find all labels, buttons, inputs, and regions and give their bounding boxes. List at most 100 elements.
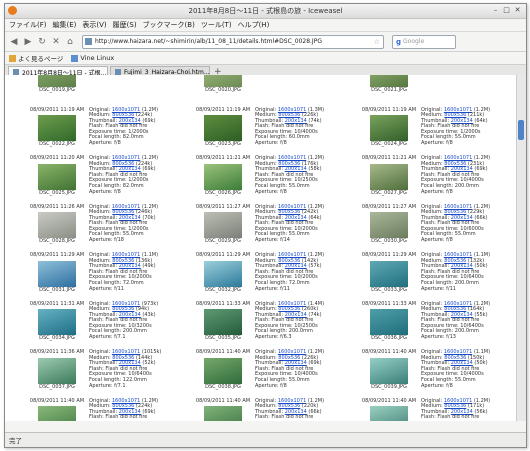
photo-thumbnail[interactable] bbox=[204, 309, 242, 336]
photo-grid: DSC_0019.JPGFocal length: 55.0mmAperture… bbox=[5, 75, 516, 421]
menu-edit[interactable]: 編集(E) bbox=[53, 20, 77, 30]
photo-thumbnail[interactable] bbox=[38, 163, 76, 190]
photo-left-column: 08/09/2011 11:20 AM DSC_0025.JPG bbox=[27, 155, 87, 196]
photo-info-line: Aperture: f/11 bbox=[255, 285, 337, 293]
bookmark-vine-linux[interactable]: Vine Linux bbox=[71, 54, 114, 62]
page-content: DSC_0019.JPGFocal length: 55.0mmAperture… bbox=[5, 75, 516, 421]
photo-thumbnail[interactable] bbox=[370, 75, 408, 87]
photo-info: Original: 1600x1071 (1015k) Medium: 800x5… bbox=[89, 349, 171, 389]
photo-row: 08/09/2011 11:36 AM DSC_0037.JPG Original:… bbox=[5, 348, 516, 397]
photo-date: 08/09/2011 11:26 AM bbox=[29, 203, 85, 210]
photo-entry: DSC_0019.JPGFocal length: 55.0mmAperture… bbox=[5, 75, 171, 106]
home-icon[interactable]: ⌂ bbox=[64, 36, 76, 48]
photo-info: Original: 1600x1071 (973k) Medium: 800x53… bbox=[89, 301, 171, 341]
photo-left-column: DSC_0020.JPG bbox=[193, 75, 253, 94]
photo-thumbnail[interactable] bbox=[204, 406, 242, 421]
photo-filename: DSC_0019.JPG bbox=[39, 87, 75, 93]
vertical-scrollbar[interactable] bbox=[516, 75, 526, 421]
minimize-icon[interactable]: – bbox=[491, 6, 500, 15]
bookmark-most-visited[interactable]: よく見るページ bbox=[9, 53, 63, 63]
menu-history[interactable]: 履歴(S) bbox=[113, 20, 137, 30]
photo-thumbnail[interactable] bbox=[370, 357, 408, 384]
photo-info: Original: 1600x1071 (1.2M) Medium: 800x53… bbox=[89, 107, 171, 147]
photo-date: 08/09/2011 11:33 AM bbox=[195, 300, 251, 307]
status-text: 完了 bbox=[9, 437, 22, 445]
address-bar[interactable]: http://www.haizara.net/~shimirin/alb/11_… bbox=[82, 34, 384, 49]
photo-thumbnail[interactable] bbox=[370, 260, 408, 287]
info-text: Aperture: f/11 bbox=[255, 285, 290, 292]
photo-thumbnail[interactable] bbox=[38, 357, 76, 384]
photo-thumbnail[interactable] bbox=[204, 260, 242, 287]
photo-left-column: 08/09/2011 11:29 AM DSC_0032.JPG bbox=[193, 252, 253, 293]
photo-entry: 08/09/2011 11:29 AM DSC_0031.JPG Original:… bbox=[5, 251, 171, 300]
photo-entry: 08/09/2011 11:19 AM DSC_0024.JPG Original:… bbox=[337, 106, 503, 155]
forward-arrow-icon[interactable]: ▶ bbox=[22, 36, 34, 48]
menu-bookmarks[interactable]: ブックマーク(B) bbox=[143, 20, 195, 30]
photo-thumbnail[interactable] bbox=[370, 115, 408, 142]
photo-date: 08/09/2011 11:29 AM bbox=[361, 252, 417, 258]
photo-row: DSC_0019.JPGFocal length: 55.0mmAperture… bbox=[5, 75, 516, 106]
info-text: Aperture: f/7.1 bbox=[89, 382, 126, 389]
photo-date: 08/09/2011 11:36 AM bbox=[29, 349, 85, 355]
info-text: Flash: Flash did not fire bbox=[421, 414, 480, 421]
photo-thumbnail[interactable] bbox=[38, 75, 76, 87]
photo-thumbnail[interactable] bbox=[204, 357, 242, 384]
photo-info-line: Aperture: f/11 bbox=[421, 286, 503, 293]
photo-info: Original: 1600x1071 (1.2M) Medium: 800x53… bbox=[89, 155, 171, 196]
photo-left-column: 08/09/2011 11:36 AM DSC_0037.JPG bbox=[27, 349, 87, 390]
photo-info-line: Aperture: f/8 bbox=[89, 189, 171, 196]
info-text: Aperture: f/8 bbox=[255, 140, 287, 147]
photo-entry: 08/09/2011 11:19 AM DSC_0023.JPG Original:… bbox=[171, 106, 337, 155]
menu-view[interactable]: 表示(V) bbox=[82, 20, 106, 30]
photo-thumbnail[interactable] bbox=[38, 260, 76, 287]
menu-file[interactable]: ファイル(F) bbox=[9, 20, 47, 30]
photo-left-column: 08/09/2011 11:27 AM DSC_0029.JPG bbox=[193, 204, 253, 245]
photo-left-column: 08/09/2011 11:31 AM DSC_0034.JPG bbox=[27, 301, 87, 342]
photo-thumbnail[interactable] bbox=[204, 163, 242, 190]
search-box[interactable]: g Google bbox=[392, 34, 456, 49]
photo-entry: 08/09/2011 11:31 AM DSC_0034.JPG Original:… bbox=[5, 300, 171, 349]
photo-filename: DSC_0038.JPG bbox=[205, 383, 241, 390]
photo-thumbnail[interactable] bbox=[38, 212, 76, 239]
title-bar: 2011年8月8日〜11日 - 式根島の旅 - Iceweasel – □ ✕ bbox=[5, 4, 526, 19]
photo-info-line: Flash: Flash did not fire bbox=[421, 414, 503, 421]
bookmark-star-icon[interactable]: ☆ bbox=[374, 38, 380, 46]
photo-info-line: Aperture: f/8 bbox=[255, 140, 337, 147]
menu-tools[interactable]: ツール(T) bbox=[201, 20, 232, 30]
vine-logo-icon bbox=[71, 54, 79, 62]
photo-info-line: Aperture: f/11 bbox=[89, 286, 171, 293]
photo-date: 08/09/2011 11:20 AM bbox=[29, 155, 85, 161]
photo-thumbnail[interactable] bbox=[370, 309, 408, 336]
photo-thumbnail[interactable] bbox=[38, 115, 76, 142]
maximize-icon[interactable]: □ bbox=[502, 6, 511, 15]
photo-row: 08/09/2011 11:20 AM DSC_0025.JPG Original:… bbox=[5, 154, 516, 203]
photo-left-column: 08/09/2011 11:21 AM DSC_0026.JPG bbox=[193, 155, 253, 196]
photo-entry: 08/09/2011 11:27 AM DSC_0030.JPG Original:… bbox=[337, 203, 503, 252]
photo-date: 08/09/2011 11:29 AM bbox=[195, 252, 251, 258]
back-arrow-icon[interactable]: ◀ bbox=[8, 36, 20, 48]
photo-entry: 08/09/2011 11:33 AM DSC_0036.JPG Original:… bbox=[337, 300, 503, 349]
menu-help[interactable]: ヘルプ(H) bbox=[238, 20, 270, 30]
stop-icon[interactable]: ✕ bbox=[50, 36, 62, 48]
photo-thumbnail[interactable] bbox=[204, 75, 242, 87]
info-text: Aperture: f/8 bbox=[255, 188, 287, 195]
reload-icon[interactable]: ↻ bbox=[36, 36, 48, 48]
photo-thumbnail[interactable] bbox=[204, 115, 242, 142]
photo-info-line: Aperture: f/8 bbox=[421, 140, 503, 147]
photo-thumbnail[interactable] bbox=[204, 212, 242, 239]
photo-info-line: Aperture: f/18 bbox=[89, 237, 171, 244]
photo-thumbnail[interactable] bbox=[370, 406, 408, 421]
photo-date: 08/09/2011 11:40 AM bbox=[29, 397, 85, 404]
photo-thumbnail[interactable] bbox=[38, 309, 76, 336]
photo-entry: 08/09/2011 11:40 AM DSC_0038.JPG Original:… bbox=[171, 348, 337, 397]
close-icon[interactable]: ✕ bbox=[513, 6, 522, 15]
photo-left-column: 08/09/2011 11:40 AM DSC_0039.JPG bbox=[359, 349, 419, 390]
photo-thumbnail[interactable] bbox=[38, 406, 76, 421]
photo-info-line: Aperture: f/8 bbox=[255, 382, 337, 390]
photo-thumbnail[interactable] bbox=[370, 163, 408, 190]
photo-thumbnail[interactable] bbox=[370, 212, 408, 239]
photo-row: 08/09/2011 11:31 AM DSC_0034.JPG Original:… bbox=[5, 300, 516, 349]
info-text: Aperture: f/8 bbox=[255, 382, 287, 389]
scrollbar-thumb[interactable] bbox=[518, 120, 524, 140]
photo-date: 08/09/2011 11:19 AM bbox=[29, 106, 85, 113]
